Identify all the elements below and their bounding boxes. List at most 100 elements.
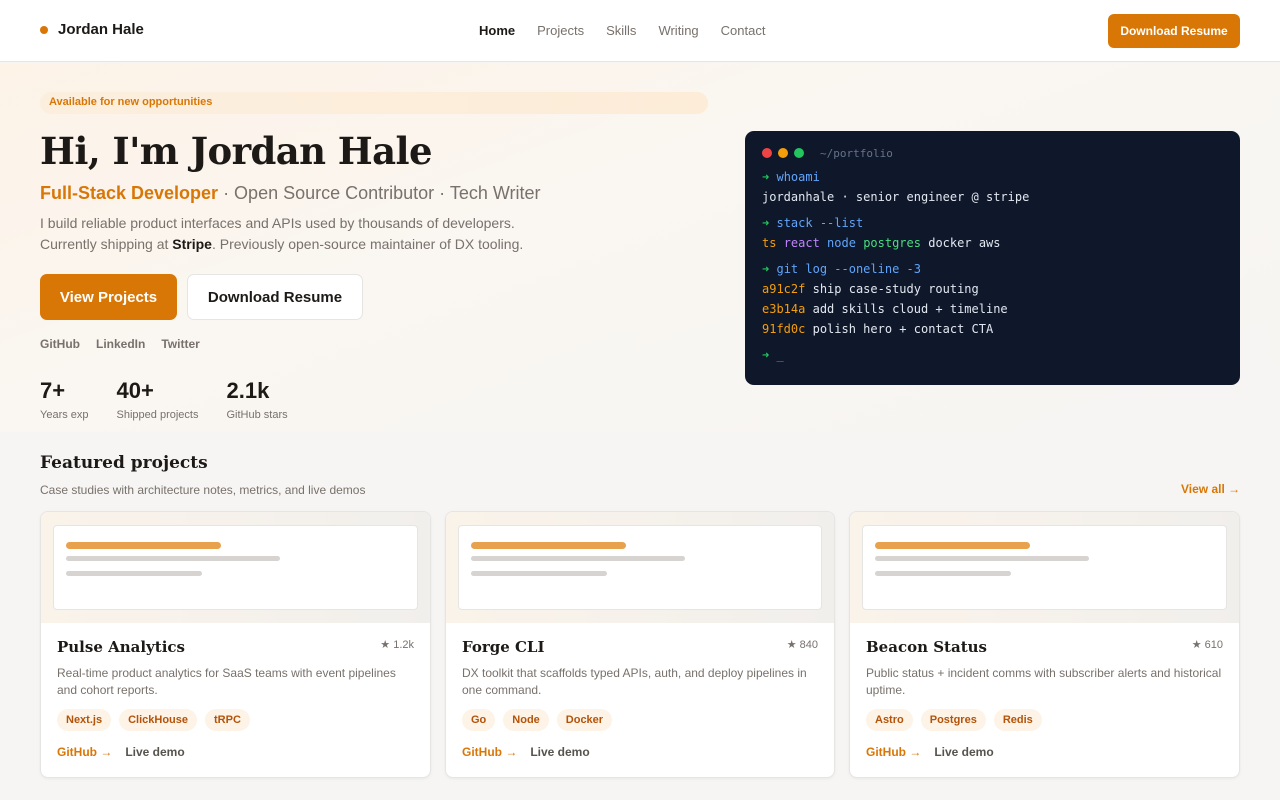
tech-tag: Astro [866, 709, 913, 731]
project-title: Pulse Analytics [57, 638, 185, 656]
project-description: DX toolkit that scaffolds typed APIs, au… [462, 666, 807, 697]
view-all-link[interactable]: View all → [1181, 482, 1240, 496]
tech-tag: tRPC [205, 709, 250, 731]
hero-title: Hi, I'm Jordan Hale [40, 129, 432, 173]
project-card-pulse-analytics[interactable]: Pulse Analytics ★ 1.2k Real-time product… [40, 511, 431, 778]
tech-tag: Postgres [920, 709, 986, 731]
hero-desc-line2-pre: Currently shipping at [40, 236, 173, 252]
nav-download-resume-button[interactable]: Download Resume [1108, 14, 1240, 48]
hero-stats: 7+ Years exp 40+ Shipped projects 2.1k G… [40, 378, 288, 421]
hero-desc-line2-post: . Previously open-source maintainer of D… [211, 236, 524, 252]
project-links: GitHub → Live demo [57, 745, 185, 759]
project-links: GitHub → Live demo [866, 745, 994, 759]
commit-message: ship case-study routing [812, 282, 979, 296]
project-live-demo-link[interactable]: Live demo [125, 745, 184, 759]
terminal-cursor: _ [776, 348, 784, 362]
nav-link-contact[interactable]: Contact [721, 23, 766, 38]
stack-item: docker [928, 236, 972, 250]
project-description: Public status + incident comms with subs… [866, 666, 1222, 697]
project-thumbnail [850, 512, 1239, 623]
brand[interactable]: Jordan Hale [40, 21, 144, 38]
social-links: GitHub LinkedIn Twitter [40, 337, 200, 351]
project-github-link[interactable]: GitHub → [57, 745, 112, 759]
hero-role: Full-Stack Developer · Open Source Contr… [40, 183, 541, 204]
project-card-beacon-status[interactable]: Beacon Status ★ 610 Public status + inci… [849, 511, 1240, 778]
terminal-command-line: ➜ git log --oneline -3 [762, 259, 1223, 279]
terminal-command-line: ➜ stack --list [762, 213, 1223, 233]
project-title: Forge CLI [462, 638, 545, 656]
stat-stars: 2.1k GitHub stars [226, 378, 287, 421]
terminal-command: stack --list [776, 216, 864, 230]
terminal-prompt-icon: ➜ [762, 348, 770, 362]
commit-message: polish hero + contact CTA [812, 322, 994, 336]
commit-hash: 91fd0c [762, 322, 806, 336]
view-projects-button[interactable]: View Projects [40, 274, 177, 320]
project-github-link[interactable]: GitHub → [462, 745, 517, 759]
project-links: GitHub → Live demo [462, 745, 590, 759]
brand-dot-icon [40, 25, 48, 34]
terminal-output: jordanhale · senior engineer @ stripe [762, 190, 1030, 204]
commit-hash: e3b14a [762, 302, 806, 316]
hero-desc-company: Stripe [172, 236, 212, 252]
terminal-prompt-icon: ➜ [762, 170, 770, 184]
terminal-input-line: ➜ _ [762, 345, 1223, 365]
stat-projects: 40+ Shipped projects [117, 378, 199, 421]
project-live-demo-link[interactable]: Live demo [530, 745, 589, 759]
commit-message: add skills cloud + timeline [812, 302, 1008, 316]
hero-description: I build reliable product interfaces and … [40, 213, 560, 255]
hero-desc-line1: I build reliable product interfaces and … [40, 215, 515, 231]
terminal-stack-output: ts react node postgres docker aws [762, 233, 1223, 253]
tech-tag: ClickHouse [119, 709, 197, 731]
project-thumbnail [41, 512, 430, 623]
project-github-link[interactable]: GitHub → [866, 745, 921, 759]
top-nav: Jordan Hale Home Projects Skills Writing… [0, 0, 1280, 62]
project-stars: ★ 1.2k [380, 639, 414, 651]
stat-label: Shipped projects [116, 409, 199, 421]
social-link-linkedin[interactable]: LinkedIn [96, 337, 145, 351]
nav-link-skills[interactable]: Skills [606, 23, 636, 38]
terminal-command: git log --oneline -3 [776, 262, 921, 276]
window-minimize-dot-icon [778, 148, 788, 158]
tech-tag: Redis [993, 709, 1042, 731]
terminal-header: ~/portfolio [762, 145, 1223, 161]
window-maximize-dot-icon [794, 148, 804, 158]
stack-item: react [783, 236, 820, 250]
window-close-dot-icon [762, 148, 772, 158]
terminal-path: ~/portfolio [820, 146, 893, 160]
stack-item: aws [978, 236, 1001, 250]
commit-hash: a91c2f [762, 282, 806, 296]
stat-label: Years exp [40, 409, 89, 421]
stat-value: 40+ [116, 378, 154, 403]
hero-download-resume-button[interactable]: Download Resume [187, 274, 363, 320]
availability-badge: Available for new opportunities [40, 92, 708, 114]
thumbnail-preview [862, 525, 1227, 610]
nav-link-home[interactable]: Home [479, 23, 515, 38]
terminal-prompt-icon: ➜ [762, 262, 770, 276]
project-live-demo-link[interactable]: Live demo [934, 745, 993, 759]
project-tags: Go Node Docker [462, 709, 613, 731]
project-card-forge-cli[interactable]: Forge CLI ★ 840 DX toolkit that scaffold… [445, 511, 835, 778]
project-tags: Astro Postgres Redis [866, 709, 1042, 731]
terminal-prompt-icon: ➜ [762, 216, 770, 230]
tech-tag: Docker [556, 709, 613, 731]
terminal-command-line: ➜ whoami [762, 167, 1223, 187]
thumbnail-preview [53, 525, 418, 610]
hero-role-primary: Full-Stack Developer [40, 183, 219, 203]
terminal-command: whoami [776, 170, 820, 184]
featured-projects-title: Featured projects [40, 453, 208, 473]
social-link-github[interactable]: GitHub [40, 337, 80, 351]
nav-link-projects[interactable]: Projects [537, 23, 584, 38]
hero-section: Available for new opportunities Hi, I'm … [0, 63, 1280, 432]
tech-tag: Next.js [57, 709, 112, 731]
nav-link-writing[interactable]: Writing [658, 23, 698, 38]
project-description: Real-time product analytics for SaaS tea… [57, 666, 396, 697]
project-stars: ★ 610 [1191, 639, 1223, 651]
stat-value: 2.1k [226, 378, 270, 403]
terminal-window: ~/portfolio ➜ whoami jordanhale · senior… [745, 131, 1240, 385]
stack-item: node [827, 236, 856, 250]
nav-links: Home Projects Skills Writing Contact [479, 23, 765, 38]
brand-name: Jordan Hale [58, 21, 144, 38]
social-link-twitter[interactable]: Twitter [161, 337, 199, 351]
project-title: Beacon Status [866, 638, 987, 656]
stat-label: GitHub stars [226, 409, 288, 421]
